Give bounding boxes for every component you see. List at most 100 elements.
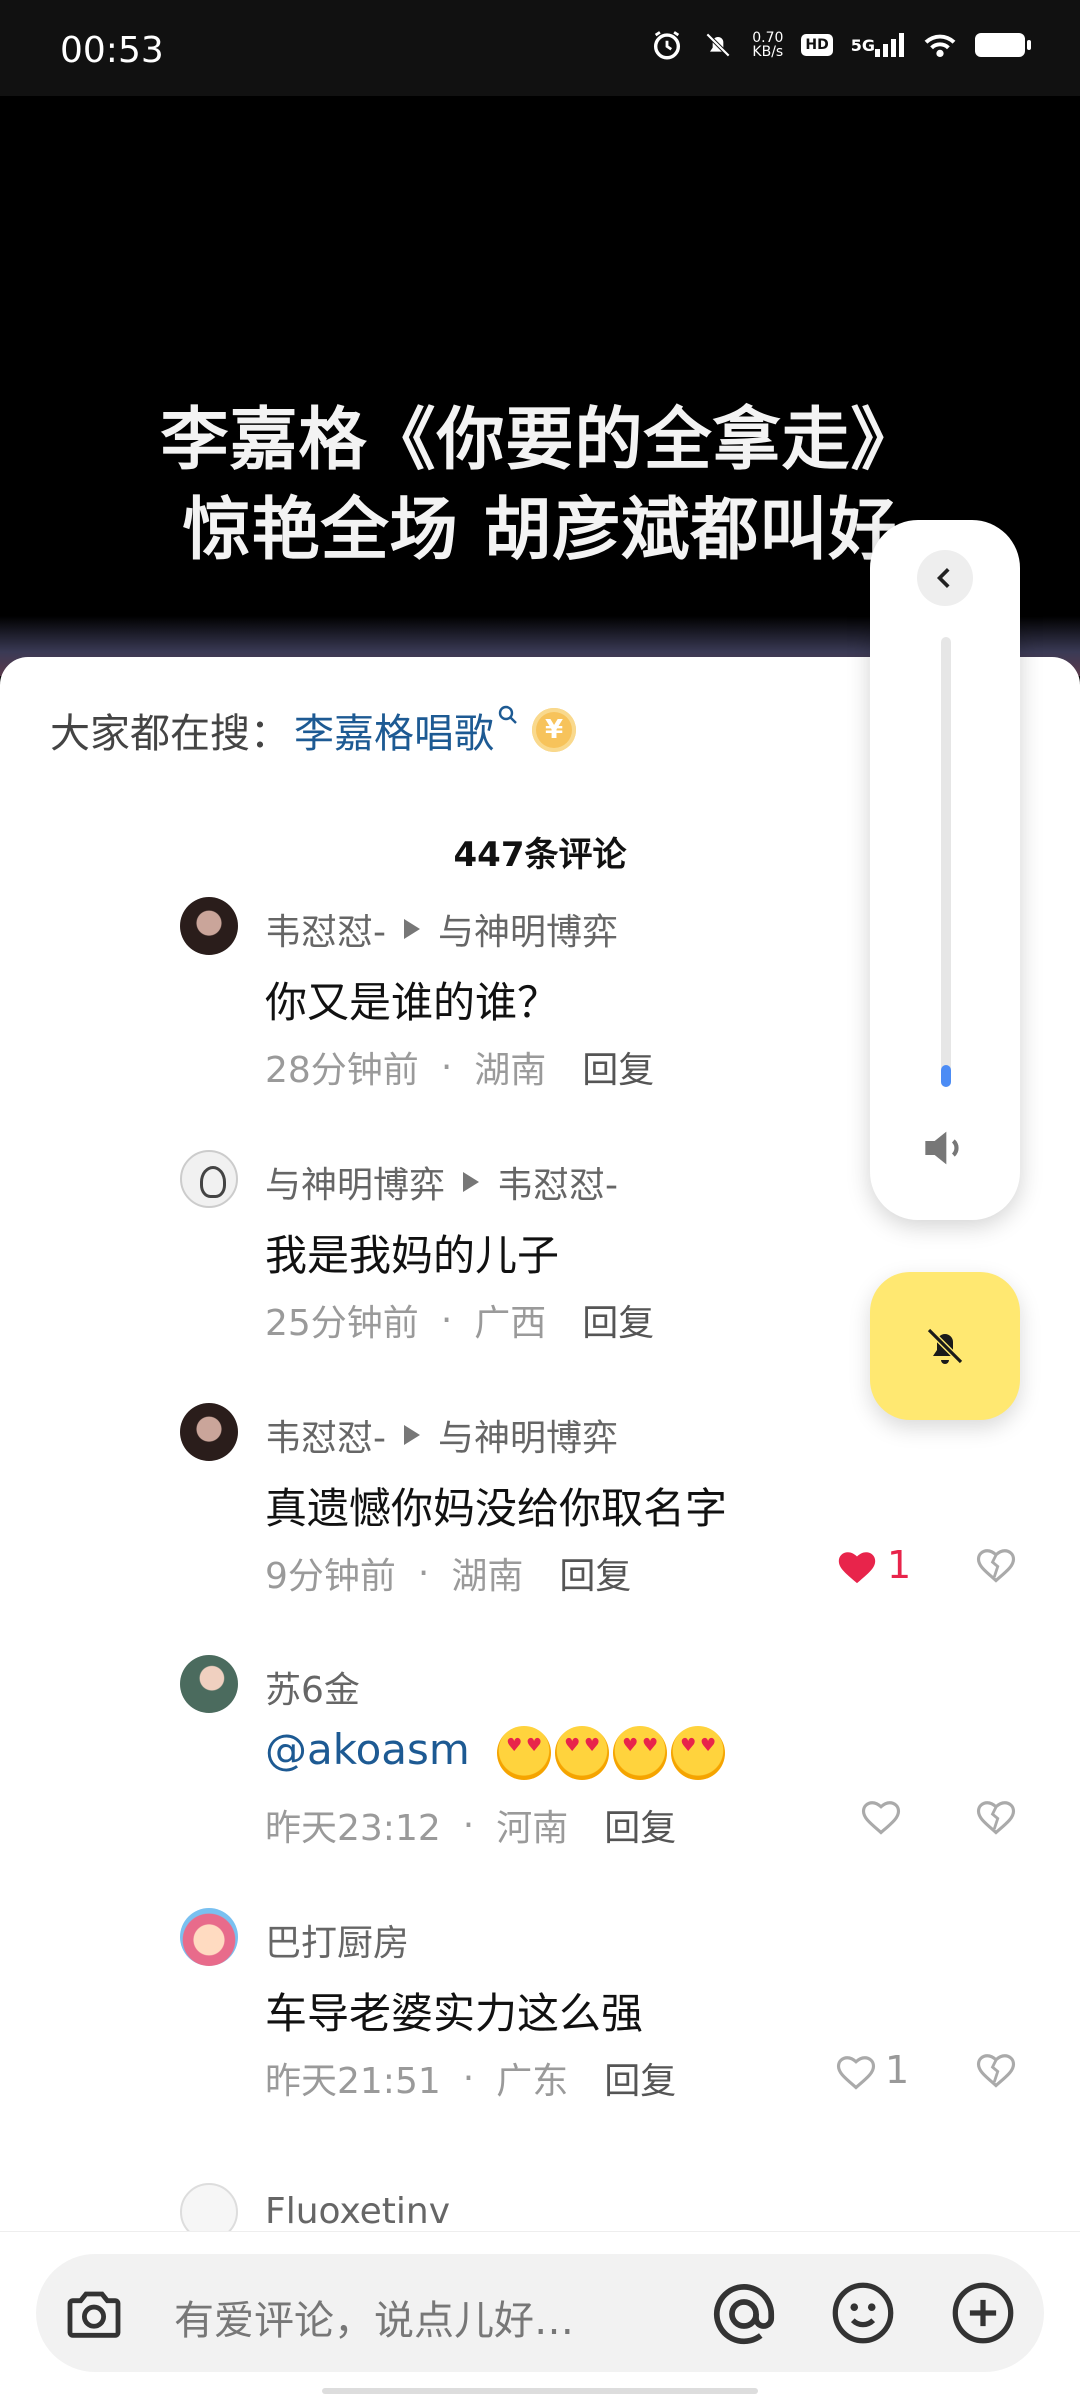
- broken-heart-icon: [976, 1801, 1016, 1835]
- mention-link[interactable]: @akoasm: [265, 1725, 470, 1774]
- dislike-button[interactable]: [975, 1795, 1017, 1839]
- comment-meta: 昨天21:51 · 广东 回复: [265, 2052, 676, 2104]
- comment-text: @akoasm: [265, 1725, 726, 1780]
- volume-slider[interactable]: [941, 637, 951, 1087]
- heart-eyes-emoji-icon: [497, 1725, 552, 1780]
- signal-icon: 5G: [851, 33, 905, 57]
- dislike-button[interactable]: [975, 1543, 1017, 1587]
- status-time: 00:53: [60, 30, 164, 71]
- battery-icon: [975, 33, 1031, 57]
- like-button[interactable]: 1: [835, 1543, 911, 1587]
- silent-bell-icon: [702, 29, 734, 61]
- reply-button[interactable]: 回复: [559, 1547, 631, 1599]
- comment-author-line: 巴打厨房: [265, 1914, 409, 1966]
- comment-time: 昨天21:51: [265, 2061, 441, 2102]
- speaker-icon[interactable]: [916, 1120, 972, 1176]
- comment-author-line: 苏6金: [265, 1661, 360, 1713]
- network-speed: 0.70 KB/s: [752, 31, 783, 59]
- trending-search-prefix: 大家都在搜：: [50, 711, 290, 757]
- heart-eyes-emoji-icon: [555, 1725, 610, 1780]
- comment-author-line: 与神明博弈 韦怼怼-: [265, 1156, 618, 1208]
- emoji-group: [497, 1725, 726, 1780]
- reply-button[interactable]: 回复: [582, 1041, 654, 1093]
- reply-arrow-icon: [404, 1425, 420, 1445]
- reply-button[interactable]: 回复: [604, 1799, 676, 1851]
- heart-outline-icon: [836, 2056, 876, 2090]
- avatar[interactable]: [180, 897, 238, 955]
- comment-author[interactable]: 苏6金: [265, 1661, 360, 1713]
- volume-panel: [870, 520, 1020, 1220]
- comment-location: 广东: [496, 2061, 569, 2102]
- emoji-icon[interactable]: [828, 2278, 898, 2348]
- camera-icon[interactable]: [62, 2282, 126, 2346]
- comment-location: 湖南: [474, 1050, 547, 1091]
- video-caption-line1: 李嘉格《你要的全拿走》: [160, 401, 920, 480]
- status-bar: 00:53 0.70 KB/s HD 5G: [0, 0, 1080, 96]
- comment-author[interactable]: Fluoxetinv: [265, 2191, 450, 2232]
- search-icon: [498, 705, 518, 731]
- reply-arrow-icon: [463, 1172, 480, 1192]
- comment-time: 25分钟前: [265, 1303, 419, 1344]
- comment-author-line: 韦怼怼- 与神明博弈: [265, 1409, 618, 1461]
- like-button[interactable]: [860, 1795, 902, 1835]
- volume-slider-fill: [941, 1064, 951, 1087]
- heart-filled-icon: [838, 1552, 876, 1584]
- net-speed-unit: KB/s: [752, 44, 784, 60]
- mute-notifications-button[interactable]: [870, 1272, 1020, 1420]
- wifi-icon: [923, 31, 957, 59]
- meta-separator: ·: [462, 2057, 475, 2099]
- coin-icon: ¥: [532, 708, 576, 752]
- collapse-button[interactable]: [917, 550, 973, 606]
- heart-eyes-emoji-icon: [671, 1725, 726, 1780]
- meta-separator: ·: [462, 1804, 475, 1846]
- avatar[interactable]: [180, 1150, 238, 1208]
- heart-eyes-emoji-icon: [613, 1725, 668, 1780]
- comment-text: 车导老婆实力这么强: [265, 1989, 644, 2038]
- broken-heart-icon: [976, 1549, 1016, 1583]
- add-icon[interactable]: [948, 2278, 1018, 2348]
- comment-author[interactable]: 韦怼怼-: [265, 903, 386, 955]
- chevron-left-icon: [936, 568, 950, 588]
- broken-heart-icon: [976, 2054, 1016, 2088]
- comment-text: 真遗憾你妈没给你取名字: [265, 1484, 728, 1533]
- comment-input[interactable]: 有爱评论，说点儿好…: [36, 2254, 1044, 2372]
- meta-separator: ·: [440, 1299, 453, 1341]
- comment-reply-to[interactable]: 与神明博弈: [438, 903, 618, 955]
- comment-author-line: 韦怼怼- 与神明博弈: [265, 903, 618, 955]
- comment-reply-to[interactable]: 与神明博弈: [438, 1409, 618, 1461]
- heart-outline-icon: [861, 1801, 901, 1835]
- meta-separator: ·: [417, 1552, 430, 1594]
- dislike-button[interactable]: [975, 2048, 1017, 2092]
- alarm-icon: [650, 28, 684, 62]
- comment-input-bar: 有爱评论，说点儿好…: [0, 2231, 1080, 2400]
- comment-text: 你又是谁的谁？: [265, 978, 560, 1027]
- network-type: 5G: [850, 35, 875, 55]
- avatar[interactable]: [180, 1908, 238, 1966]
- comment-author[interactable]: 巴打厨房: [265, 1914, 409, 1966]
- home-indicator[interactable]: [322, 2388, 758, 2394]
- avatar[interactable]: [180, 1403, 238, 1461]
- comment-time: 昨天23:12: [265, 1808, 441, 1849]
- avatar[interactable]: [180, 1655, 238, 1713]
- meta-separator: ·: [440, 1046, 453, 1088]
- comment-item: 巴打厨房 车导老婆实力这么强 昨天21:51 · 广东 回复 1: [0, 1908, 1080, 2148]
- comment-author[interactable]: 韦怼怼-: [265, 1409, 386, 1461]
- comment-meta: 25分钟前 · 广西 回复: [265, 1294, 654, 1346]
- comment-location: 河南: [496, 1808, 569, 1849]
- comment-text: 我是我妈的儿子: [265, 1231, 560, 1280]
- at-mention-icon[interactable]: [706, 2276, 782, 2352]
- comment-meta: 28分钟前 · 湖南 回复: [265, 1041, 654, 1093]
- like-count: 1: [885, 2048, 910, 2092]
- comment-time: 28分钟前: [265, 1050, 419, 1091]
- bell-off-icon: [926, 1327, 964, 1365]
- comment-reply-to[interactable]: 韦怼怼-: [497, 1156, 618, 1208]
- comment-time: 9分钟前: [265, 1556, 396, 1597]
- reply-button[interactable]: 回复: [604, 2052, 676, 2104]
- comment-author[interactable]: 与神明博弈: [265, 1156, 445, 1208]
- trending-search-link[interactable]: 李嘉格唱歌: [294, 701, 494, 759]
- input-placeholder: 有爱评论，说点儿好…: [174, 2298, 574, 2344]
- like-count: 1: [887, 1543, 912, 1587]
- like-button[interactable]: 1: [835, 2048, 909, 2092]
- status-icons: 0.70 KB/s HD 5G: [650, 28, 1031, 62]
- reply-button[interactable]: 回复: [582, 1294, 654, 1346]
